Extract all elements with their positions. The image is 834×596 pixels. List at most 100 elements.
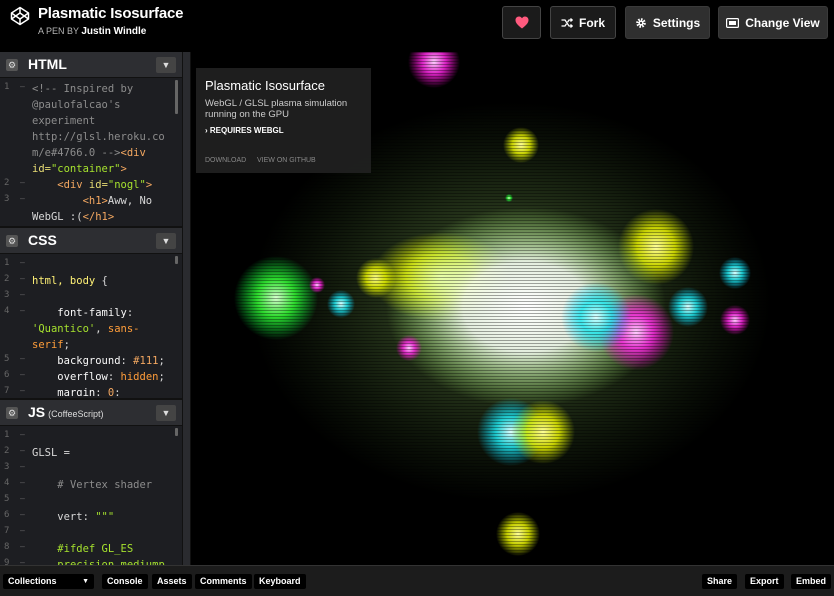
code-line: http://glsl.heroku.co — [0, 130, 182, 145]
code-text: <h1>Aww, No — [82, 195, 153, 207]
console-button[interactable]: Console — [102, 574, 148, 589]
code-text: GLSL = — [32, 447, 70, 459]
code-line: 7– margin: 0; — [0, 386, 182, 396]
code-text: #ifdef GL_ES — [57, 543, 134, 555]
heart-button[interactable] — [502, 6, 541, 39]
code-line: 1– <!-- Inspired by — [0, 82, 182, 97]
code-text: # Vertex shader — [57, 479, 153, 491]
js-collapse-chevron-down-icon[interactable]: ▼ — [156, 405, 176, 421]
comments-button[interactable]: Comments — [195, 574, 252, 589]
export-button[interactable]: Export — [745, 574, 784, 589]
fold-gutter: – — [20, 478, 25, 487]
code-text: vert: """ — [32, 511, 115, 523]
css-editor: ⚙ CSS ▼ 1–2– html, body {3–4– font-family… — [0, 226, 182, 396]
code-line: 5– — [0, 494, 182, 509]
code-text: precision mediump — [57, 559, 165, 565]
requires-webgl-link[interactable]: › REQUIRES WEBGL — [205, 126, 284, 135]
change-view-button[interactable]: Change View — [718, 6, 828, 39]
code-line: @paulofalcao's — [0, 98, 182, 113]
fork-label: Fork — [578, 15, 605, 30]
settings-button[interactable]: Settings — [625, 6, 710, 39]
code-line: m/e#4766.0 --><div — [0, 146, 182, 161]
fold-gutter: – — [20, 494, 25, 503]
code-line: 7– — [0, 526, 182, 541]
byline-prefix: A PEN BY — [38, 26, 79, 36]
chevron-down-icon: ▼ — [82, 578, 89, 585]
bottom-toolbar: Collections ▼ Console Assets Comments Ke… — [0, 565, 834, 596]
code-line: serif; — [0, 338, 182, 353]
css-scrollbar[interactable] — [175, 256, 178, 264]
code-line: 1– — [0, 258, 182, 273]
js-preprocessor-label: (CoffeeScript) — [48, 409, 104, 419]
css-code-area[interactable]: 1–2– html, body {3–4– font-family: 'Quanti… — [0, 254, 182, 396]
code-line: 3– <h1>Aww, No — [0, 194, 182, 209]
embed-button[interactable]: Embed — [791, 574, 832, 589]
js-settings-gear-icon[interactable]: ⚙ — [6, 407, 18, 419]
code-line: 2– <div id="nogl"> — [0, 178, 182, 193]
code-text: 'Quantico', sans- — [32, 323, 140, 335]
fold-gutter: – — [20, 354, 25, 363]
js-scrollbar[interactable] — [175, 428, 178, 436]
fold-gutter: – — [20, 510, 25, 519]
code-line: experiment — [0, 114, 182, 129]
code-line: 9– precision mediump — [0, 558, 182, 565]
view-on-github-link[interactable]: VIEW ON GITHUB — [257, 157, 316, 164]
assets-button[interactable]: Assets — [152, 574, 192, 589]
code-text: background: #111; — [57, 355, 165, 367]
editor-resizer-handle[interactable] — [182, 52, 191, 565]
fold-gutter: – — [20, 178, 25, 187]
collections-dropdown[interactable]: Collections ▼ — [3, 574, 94, 589]
fold-gutter: – — [20, 558, 25, 565]
code-text: <div id="nogl"> — [57, 179, 153, 191]
code-line: 5– background: #111; — [0, 354, 182, 369]
collections-label: Collections — [8, 576, 57, 586]
info-title: Plasmatic Isosurface — [205, 78, 325, 93]
fold-gutter: – — [20, 258, 25, 267]
css-editor-header: ⚙ CSS ▼ — [0, 228, 182, 254]
js-editor: ⚙ JS (CoffeeScript) ▼ 1–2– GLSL = 3–4– # Ve… — [0, 398, 182, 565]
code-line: 2– GLSL = — [0, 446, 182, 461]
code-line: 6– vert: """ — [0, 510, 182, 525]
layout-icon — [726, 17, 740, 28]
html-collapse-chevron-down-icon[interactable]: ▼ — [156, 57, 176, 73]
code-line: 4– font-family: — [0, 306, 182, 321]
share-button[interactable]: Share — [702, 574, 738, 589]
download-link[interactable]: DOWNLOAD — [205, 157, 246, 164]
fork-button[interactable]: Fork — [550, 6, 616, 39]
js-editor-title-text: JS — [28, 404, 46, 420]
fold-gutter: – — [20, 82, 25, 91]
html-code-area[interactable]: 1– <!-- Inspired by @paulofalcao's experime… — [0, 78, 182, 223]
heart-icon — [515, 16, 528, 29]
code-line: 3– — [0, 462, 182, 477]
editors-column: ⚙ HTML ▼ 1– <!-- Inspired by @paulofalcao'… — [0, 52, 182, 565]
keyboard-button[interactable]: Keyboard — [254, 574, 306, 589]
code-text: overflow: hidden; — [57, 371, 165, 383]
fold-gutter: – — [20, 462, 25, 471]
code-line: WebGL :(</h1> — [0, 210, 182, 223]
code-text: @paulofalcao's — [32, 99, 121, 111]
code-text: id="container"> — [32, 163, 127, 175]
fold-gutter: – — [20, 542, 25, 551]
code-text: margin: 0; — [57, 387, 121, 396]
js-code-area[interactable]: 1–2– GLSL = 3–4– # Vertex shader 5–6– vert:… — [0, 426, 182, 565]
html-scrollbar[interactable] — [175, 80, 178, 114]
code-text: http://glsl.heroku.co — [32, 131, 165, 143]
top-header: Plasmatic Isosurface A PEN BY Justin Win… — [0, 0, 834, 48]
codepen-logo-icon[interactable] — [10, 6, 30, 26]
gear-icon — [636, 17, 646, 28]
author-link[interactable]: Justin Windle — [81, 26, 146, 37]
css-settings-gear-icon[interactable]: ⚙ — [6, 235, 18, 247]
fold-gutter: – — [20, 306, 25, 315]
html-editor-title: HTML — [28, 56, 67, 72]
pen-byline: A PEN BY Justin Windle — [38, 26, 146, 37]
settings-label: Settings — [652, 15, 701, 30]
js-editor-title: JS (CoffeeScript) — [28, 404, 103, 420]
code-text: html, body { — [32, 275, 108, 287]
fold-gutter: – — [20, 430, 25, 439]
css-collapse-chevron-down-icon[interactable]: ▼ — [156, 233, 176, 249]
info-description: WebGL / GLSL plasma simulation running o… — [205, 98, 348, 120]
code-line: 1– — [0, 430, 182, 445]
preview-pane[interactable]: Plasmatic Isosurface WebGL / GLSL plasma… — [191, 52, 834, 565]
fold-gutter: – — [20, 370, 25, 379]
html-settings-gear-icon[interactable]: ⚙ — [6, 59, 18, 71]
